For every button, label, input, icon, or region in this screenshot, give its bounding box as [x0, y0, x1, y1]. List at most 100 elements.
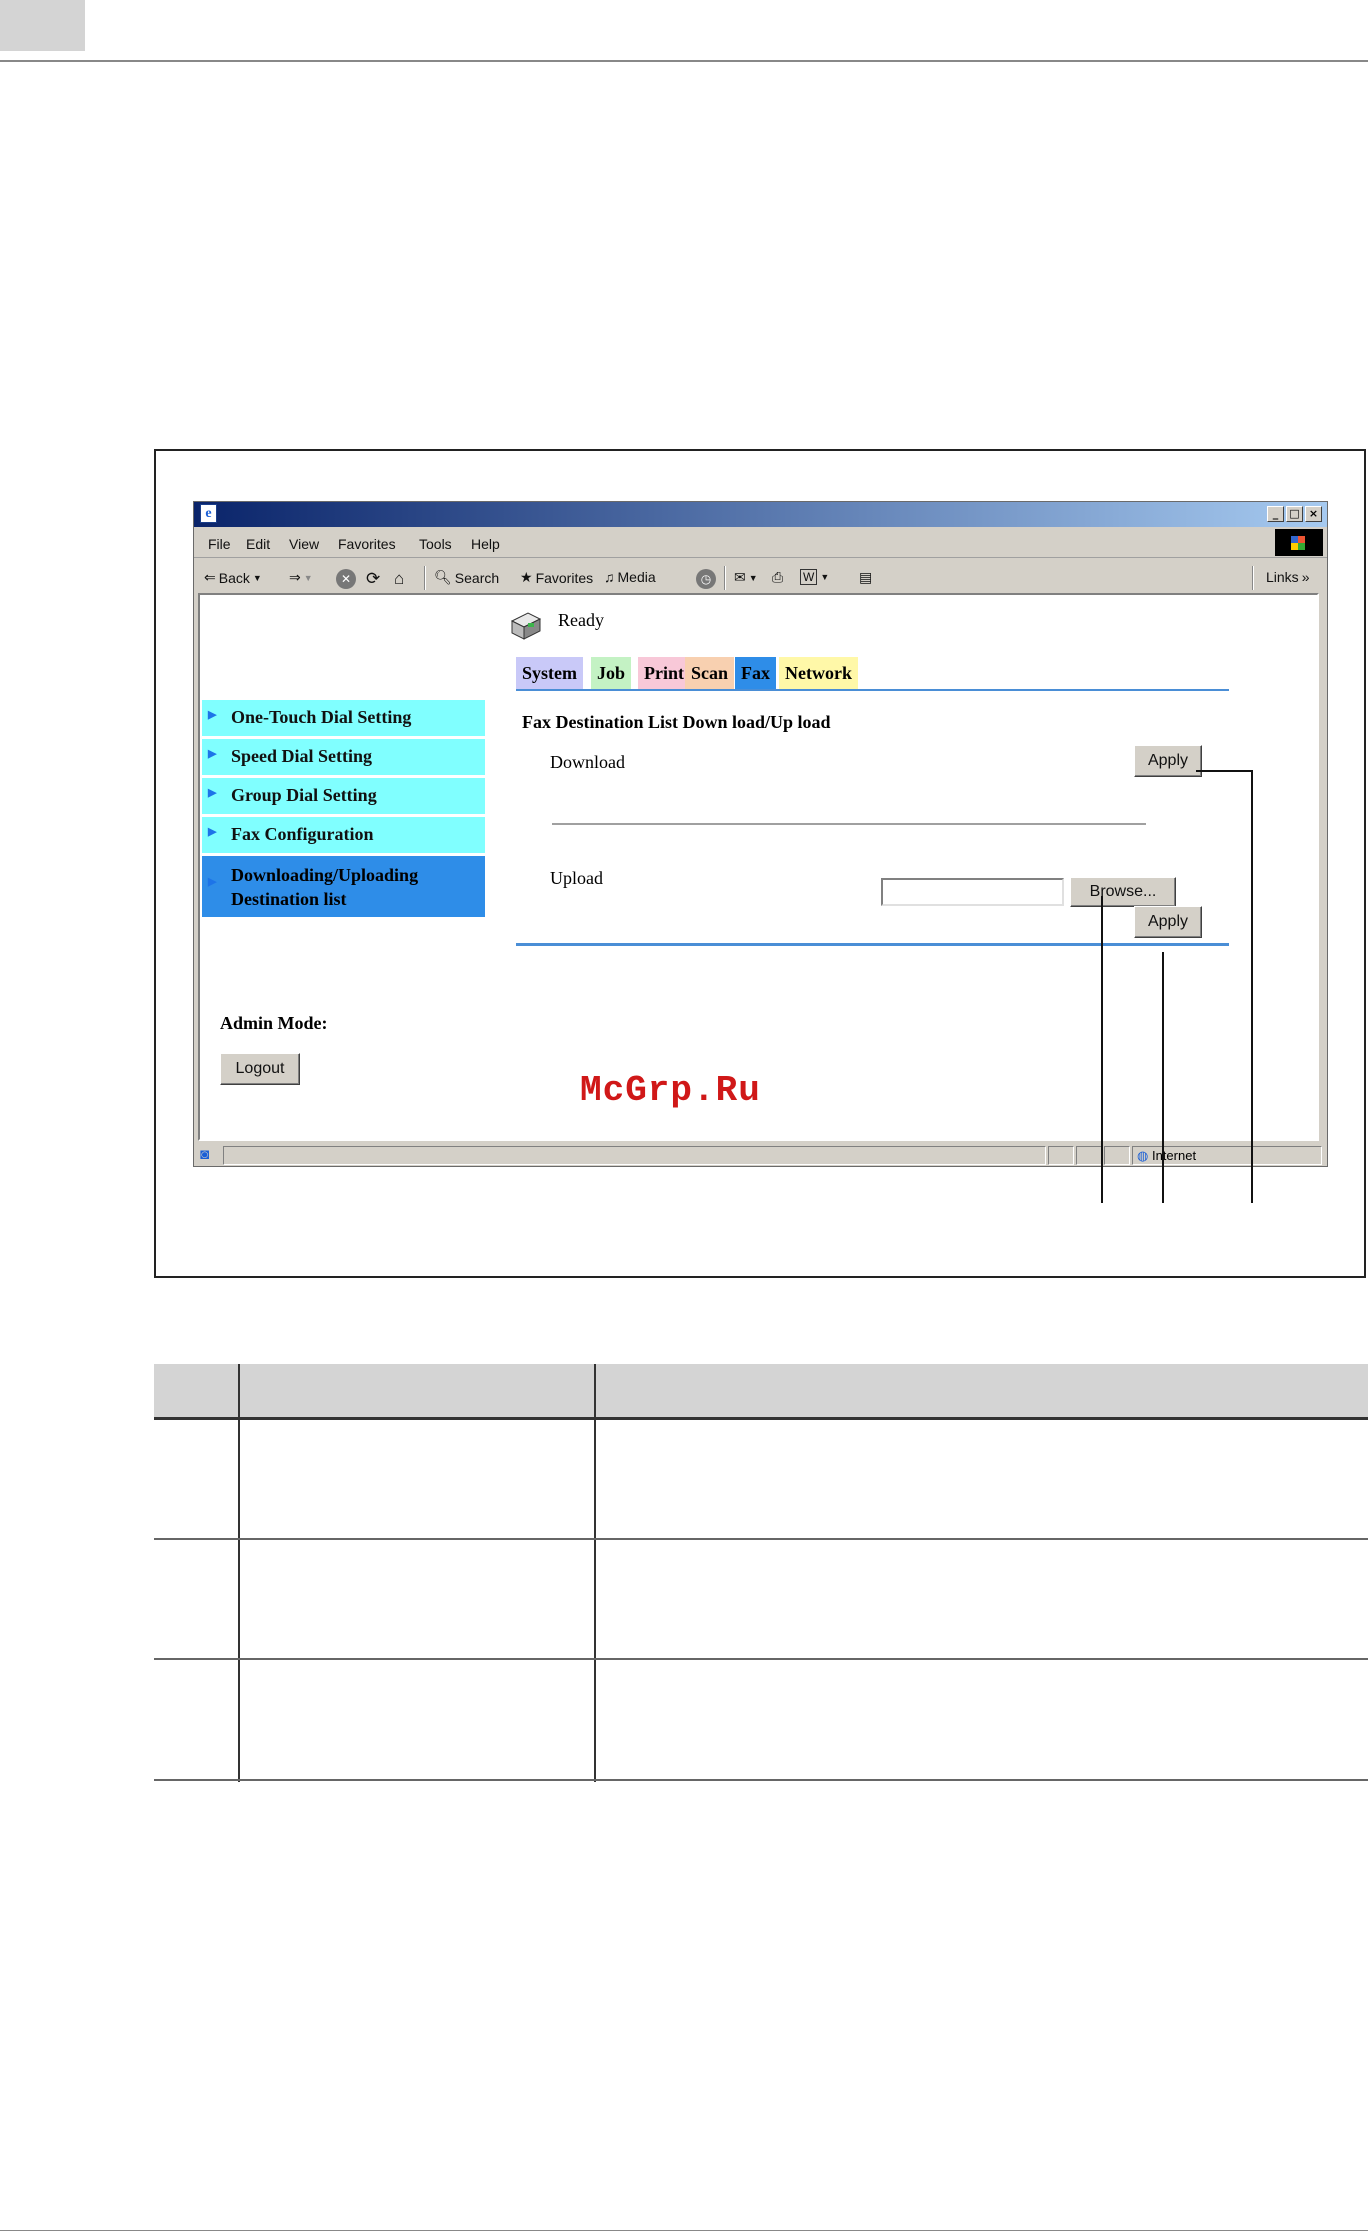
- back-arrow-icon: ⇐: [204, 569, 216, 585]
- table-column-divider: [238, 1364, 240, 1782]
- media-label: Media: [617, 569, 656, 585]
- mail-button[interactable]: ✉ ▼: [734, 569, 758, 586]
- toolbar: ⇐ Back ▼ ⇒ ▼ ✕ ⟳ ⌂ 🔍︎ Search ★ Favorites…: [194, 559, 1327, 593]
- refresh-button[interactable]: ⟳: [366, 569, 380, 589]
- toolbar-separator: [424, 566, 426, 590]
- table-row-divider: [154, 1658, 1368, 1660]
- status-panel: [1048, 1146, 1074, 1165]
- sidebar-item-one-touch-dial[interactable]: ▶ One-Touch Dial Setting: [202, 700, 485, 736]
- upload-apply-button[interactable]: Apply: [1134, 906, 1202, 938]
- menu-tools[interactable]: Tools: [419, 536, 452, 552]
- watermark: McGrp.Ru: [580, 1070, 761, 1111]
- arrow-right-icon: ▶: [208, 826, 217, 838]
- chevron-down-icon: ▼: [303, 572, 313, 583]
- history-button[interactable]: ◷: [696, 569, 716, 589]
- table-row-divider: [154, 1538, 1368, 1540]
- browse-button[interactable]: Browse...: [1070, 877, 1176, 907]
- print-button[interactable]: ⎙: [772, 569, 783, 586]
- zone-panel: ◍ Internet: [1132, 1146, 1322, 1165]
- document-icon: ▤: [859, 569, 873, 585]
- back-button[interactable]: ⇐ Back ▼: [204, 569, 262, 586]
- media-button[interactable]: ♫ Media: [604, 569, 656, 585]
- favorites-label: Favorites: [535, 569, 594, 586]
- tab-scan[interactable]: Scan: [685, 657, 735, 689]
- table-column-divider: [594, 1364, 596, 1782]
- sidebar-item-fax-configuration[interactable]: ▶ Fax Configuration: [202, 817, 485, 853]
- toolbar-separator: [1252, 566, 1254, 590]
- refresh-icon: ⟳: [366, 569, 381, 588]
- page-viewport: Ready System Job Print Scan Fax Network …: [198, 593, 1319, 1141]
- forward-arrow-icon: ⇒: [289, 569, 301, 585]
- double-chevron-icon: »: [1301, 569, 1310, 585]
- edit-button[interactable]: W ▼: [800, 569, 829, 585]
- chevron-down-icon: ▼: [820, 572, 830, 582]
- zone-label: Internet: [1151, 1148, 1197, 1163]
- arrow-right-icon: ▶: [208, 876, 217, 888]
- download-label: Download: [550, 752, 625, 772]
- header-rule: [0, 60, 1368, 62]
- maximize-icon[interactable]: □: [1286, 506, 1303, 522]
- minimize-icon[interactable]: _: [1267, 506, 1284, 522]
- menu-favorites[interactable]: Favorites: [338, 536, 396, 552]
- tab-print[interactable]: Print: [638, 657, 690, 689]
- stop-button[interactable]: ✕: [336, 569, 356, 589]
- section-divider: [552, 823, 1146, 825]
- arrow-right-icon: ▶: [208, 748, 217, 760]
- search-label: Search: [454, 569, 500, 586]
- arrow-right-icon: ▶: [208, 709, 217, 721]
- history-icon: ◷: [696, 569, 716, 589]
- media-icon: ♫: [604, 569, 615, 585]
- download-apply-button[interactable]: Apply: [1134, 745, 1202, 777]
- tab-job[interactable]: Job: [591, 657, 632, 689]
- menu-edit[interactable]: Edit: [246, 536, 270, 552]
- sidebar-item-download-upload[interactable]: ▶ Downloading/Uploading Destination list: [202, 856, 485, 917]
- admin-mode-label: Admin Mode:: [220, 1013, 328, 1033]
- tab-system[interactable]: System: [516, 657, 583, 689]
- favorites-button[interactable]: ★ Favorites: [520, 569, 593, 586]
- home-button[interactable]: ⌂: [394, 569, 404, 589]
- forward-button[interactable]: ⇒ ▼: [289, 569, 313, 586]
- sidebar-item-speed-dial[interactable]: ▶ Speed Dial Setting: [202, 739, 485, 775]
- links-label: Links: [1266, 569, 1299, 585]
- status-bar: ◙ ◍ Internet: [194, 1142, 1327, 1167]
- callout-line-upload-apply: [1162, 952, 1164, 1203]
- close-icon[interactable]: ×: [1305, 506, 1322, 522]
- discuss-button[interactable]: ▤: [859, 569, 872, 586]
- tab-underline: [516, 689, 1229, 691]
- page-icon: ◙: [200, 1146, 210, 1163]
- arrow-right-icon: ▶: [208, 787, 217, 799]
- sidebar-item-group-dial[interactable]: ▶ Group Dial Setting: [202, 778, 485, 814]
- tab-network[interactable]: Network: [779, 657, 858, 689]
- favorites-icon: ★: [520, 569, 533, 585]
- menu-view[interactable]: View: [289, 536, 319, 552]
- search-button[interactable]: 🔍︎ Search: [434, 569, 499, 586]
- sidebar-item-label: Speed Dial Setting: [231, 746, 373, 766]
- footer-rule: [0, 2230, 1368, 2231]
- search-icon: 🔍︎: [434, 569, 452, 585]
- tab-fax[interactable]: Fax: [735, 657, 776, 689]
- printer-status: Ready: [558, 610, 604, 630]
- stop-icon: ✕: [336, 569, 356, 589]
- status-panel: [1104, 1146, 1130, 1165]
- links-button[interactable]: Links »: [1266, 569, 1309, 585]
- printer-status-icon: [510, 612, 542, 640]
- sidebar-item-label: Downloading/Uploading Destination list: [231, 865, 419, 909]
- sidebar-item-label: One-Touch Dial Setting: [231, 707, 412, 727]
- menu-bar: File Edit View Favorites Tools Help: [194, 527, 1327, 558]
- title-bar[interactable]: e _ □ ×: [194, 502, 1327, 527]
- callout-line-browse: [1101, 896, 1103, 1203]
- ie-icon: e: [200, 504, 217, 523]
- content-bottom-rule: [516, 943, 1229, 946]
- window-controls: _ □ ×: [1267, 506, 1322, 522]
- logout-button[interactable]: Logout: [220, 1053, 300, 1085]
- menu-help[interactable]: Help: [471, 536, 500, 552]
- mail-icon: ✉: [734, 569, 746, 585]
- callout-line-download-apply: [1251, 770, 1253, 1203]
- menu-file[interactable]: File: [208, 536, 231, 552]
- sidebar-item-label: Fax Configuration: [231, 824, 374, 844]
- upload-file-field[interactable]: [881, 878, 1064, 906]
- word-icon: W: [800, 569, 818, 585]
- browser-window: e _ □ × File Edit View Favorites Tools H…: [193, 501, 1328, 1167]
- page-title: Fax Destination List Down load/Up load: [522, 712, 831, 732]
- windows-logo-icon: [1275, 529, 1323, 556]
